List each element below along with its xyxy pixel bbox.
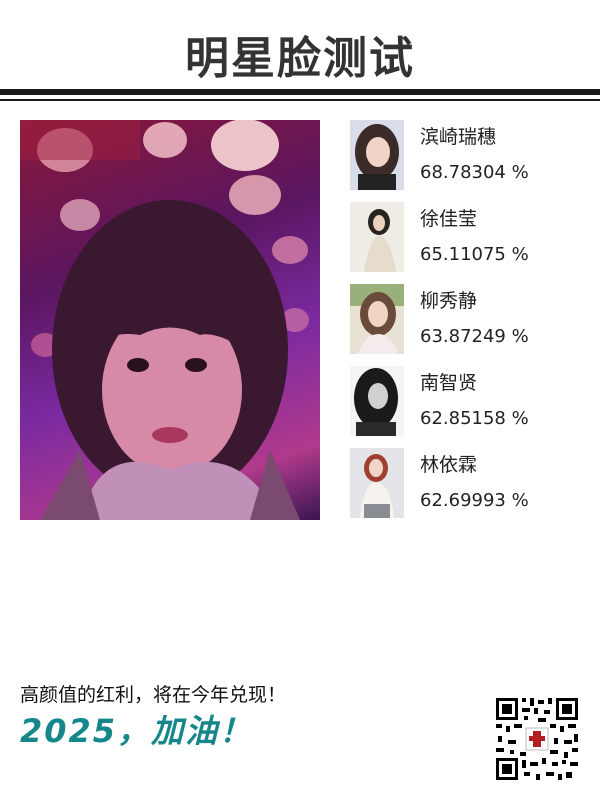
slogan-text: 高颜值的红利，将在今年兑现！ — [20, 684, 287, 706]
match-item[interactable]: 滨崎瑞穗 68.78304 % — [350, 120, 590, 192]
headline-text: 2025，加油！ — [20, 712, 254, 750]
celebrity-name: 南智贤 — [420, 372, 478, 394]
qr-code[interactable] — [494, 696, 580, 782]
similarity-score: 62.69993 % — [420, 490, 529, 511]
celebrity-name: 柳秀静 — [420, 290, 478, 312]
celebrity-thumbnail — [350, 120, 404, 190]
celebrity-name: 滨崎瑞穗 — [420, 126, 497, 148]
header-divider-thick — [0, 89, 600, 95]
celebrity-name: 林依霖 — [420, 454, 478, 476]
header-divider-thin — [0, 99, 600, 101]
similarity-score: 63.87249 % — [420, 326, 529, 347]
celebrity-name: 徐佳莹 — [420, 208, 478, 230]
celebrity-thumbnail — [350, 366, 404, 436]
similarity-score: 62.85158 % — [420, 408, 529, 429]
celebrity-thumbnail — [350, 284, 404, 354]
match-item[interactable]: 柳秀静 63.87249 % — [350, 284, 590, 356]
match-item[interactable]: 南智贤 62.85158 % — [350, 366, 590, 438]
celebrity-thumbnail — [350, 448, 404, 518]
page-title: 明星脸测试 — [185, 33, 415, 84]
celebrity-thumbnail — [350, 202, 404, 272]
match-item[interactable]: 徐佳莹 65.11075 % — [350, 202, 590, 274]
similarity-score: 68.78304 % — [420, 162, 529, 183]
user-photo — [20, 120, 320, 520]
match-item[interactable]: 林依霖 62.69993 % — [350, 448, 590, 520]
similarity-score: 65.11075 % — [420, 244, 529, 265]
